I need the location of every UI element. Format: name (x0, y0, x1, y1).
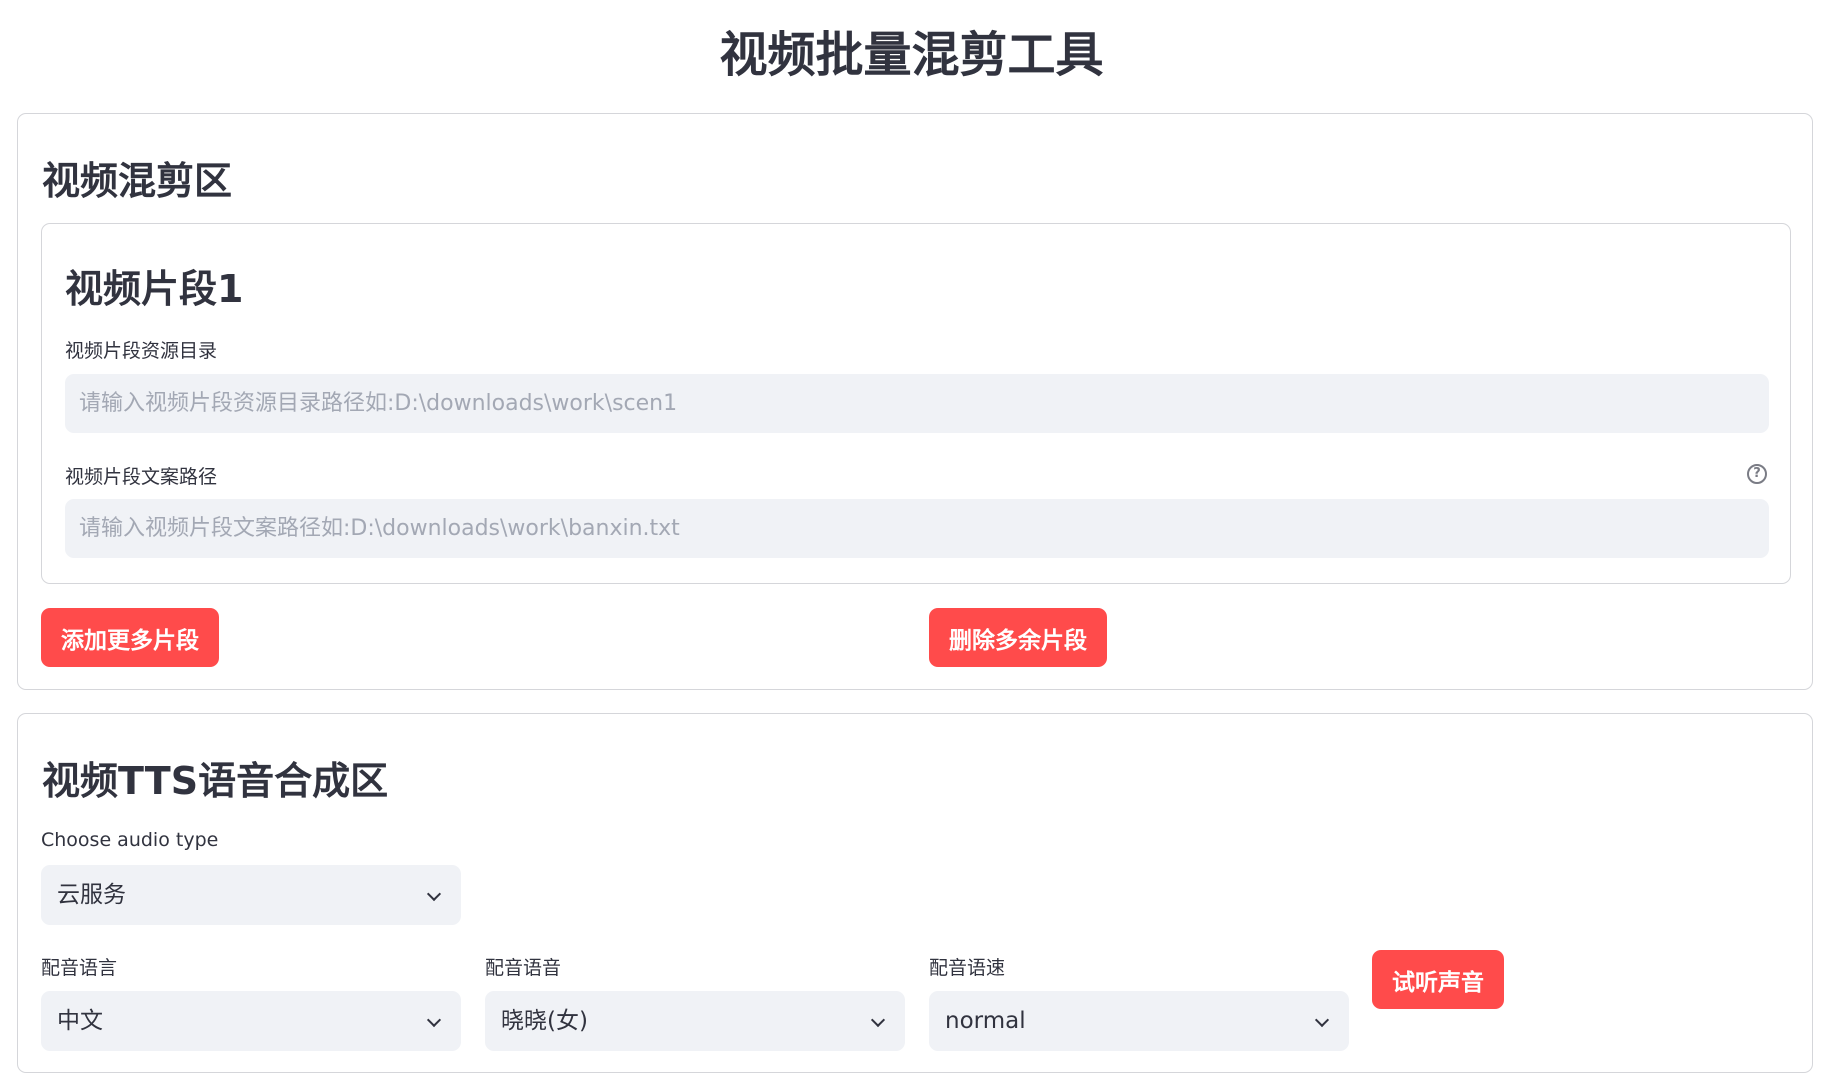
audio-type-value: 云服务 (57, 882, 126, 908)
chevron-down-icon (870, 1012, 886, 1028)
language-value: 中文 (57, 1008, 103, 1034)
chevron-down-icon (426, 1012, 442, 1028)
language-select[interactable]: 中文 (41, 991, 461, 1051)
segment-card: 视频片段1 视频片段资源目录 视频片段文案路径 ? (41, 223, 1791, 584)
tts-section: 视频TTS语音合成区 Choose audio type 云服务 配音语言 中文… (17, 713, 1813, 1073)
page-title: 视频批量混剪工具 (719, 27, 1104, 83)
voice-label: 配音语音 (485, 957, 562, 979)
tts-section-title: 视频TTS语音合成区 (42, 759, 389, 803)
audio-type-label: Choose audio type (41, 829, 219, 851)
add-segment-button[interactable]: 添加更多片段 (41, 608, 219, 667)
mix-section-title: 视频混剪区 (42, 159, 233, 203)
copy-path-label: 视频片段文案路径 (65, 466, 218, 488)
resource-dir-label: 视频片段资源目录 (65, 340, 218, 362)
voice-select[interactable]: 晓晓(女) (485, 991, 905, 1051)
mix-section: 视频混剪区 视频片段1 视频片段资源目录 视频片段文案路径 ? 添加更多片段 删… (17, 113, 1813, 690)
language-label: 配音语言 (41, 957, 118, 979)
resource-dir-input[interactable] (65, 374, 1769, 433)
copy-path-input[interactable] (65, 499, 1769, 558)
chevron-down-icon (1314, 1012, 1330, 1028)
speed-label: 配音语速 (929, 957, 1006, 979)
speed-value: normal (945, 1008, 1026, 1034)
speed-select[interactable]: normal (929, 991, 1349, 1051)
delete-segment-button[interactable]: 删除多余片段 (929, 608, 1107, 667)
listen-button[interactable]: 试听声音 (1372, 950, 1504, 1009)
segment-title: 视频片段1 (65, 267, 244, 311)
chevron-down-icon (426, 886, 442, 902)
audio-type-select[interactable]: 云服务 (41, 865, 461, 925)
question-circle-icon[interactable]: ? (1747, 464, 1767, 484)
voice-value: 晓晓(女) (501, 1008, 588, 1034)
